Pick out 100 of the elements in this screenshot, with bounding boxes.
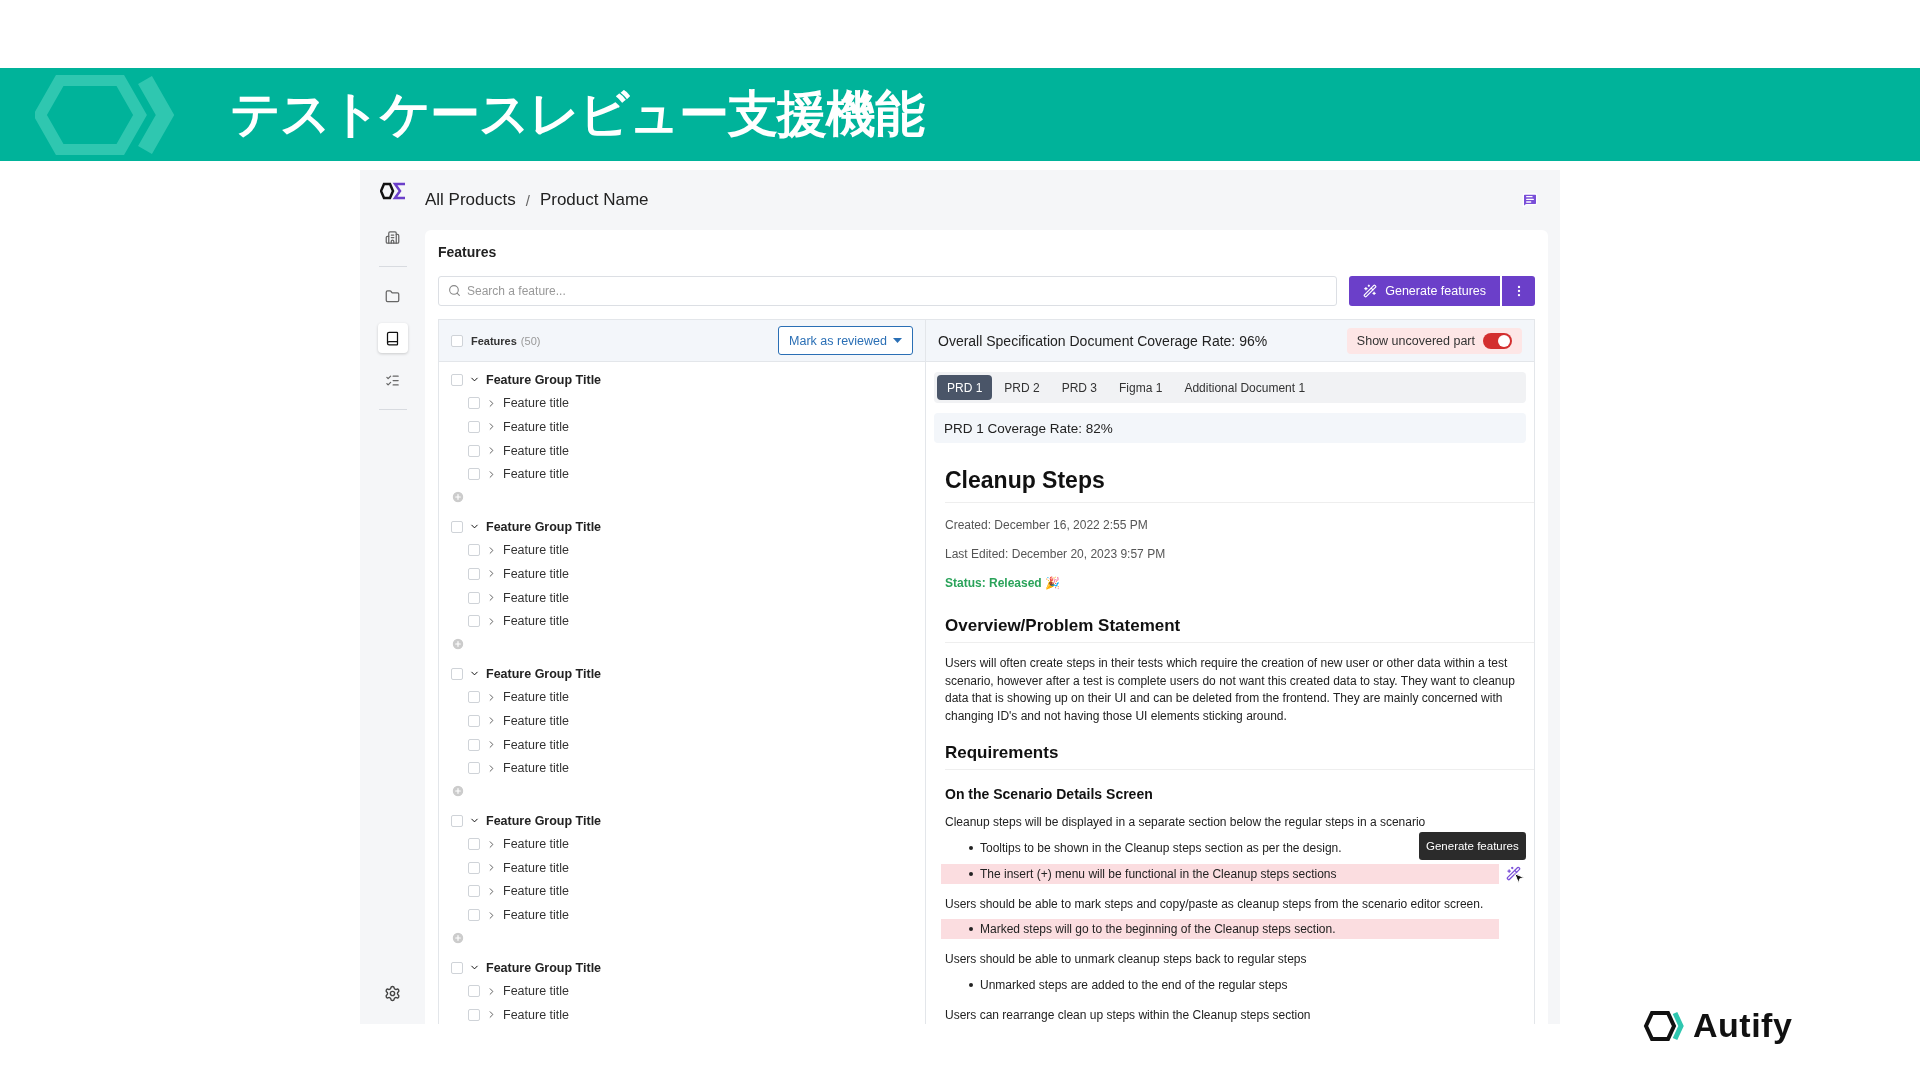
feature-title[interactable]: Feature title — [503, 837, 569, 852]
breadcrumb-separator: / — [525, 191, 530, 209]
feature-title[interactable]: Feature title — [503, 590, 569, 605]
cursor-icon — [1513, 871, 1525, 884]
feature-title[interactable]: Feature title — [503, 984, 569, 999]
document-tab[interactable]: PRD 2 — [994, 375, 1050, 400]
bullet-icon — [969, 927, 973, 931]
feature-checkbox[interactable] — [468, 567, 480, 580]
toggle-switch[interactable] — [1483, 332, 1512, 349]
feature-count: (50) — [520, 334, 541, 347]
bullet-text: Marked steps will go to the beginning of the Cleanup steps section. — [980, 922, 1336, 936]
sidebar-button[interactable] — [377, 323, 408, 353]
group-title[interactable]: Feature Group Title — [486, 519, 602, 534]
feature-checkbox[interactable] — [468, 714, 480, 727]
folder-icon — [385, 288, 400, 304]
group-checkbox[interactable] — [451, 667, 463, 680]
add-icon[interactable] — [451, 489, 465, 504]
magic-wand-icon[interactable] — [1506, 865, 1521, 881]
feature-checkbox[interactable] — [468, 468, 480, 481]
feature-checkbox[interactable] — [468, 544, 480, 557]
feature-title[interactable]: Feature title — [503, 614, 569, 629]
group-title[interactable]: Feature Group Title — [486, 372, 602, 387]
generate-features-button[interactable]: Generate features — [1349, 276, 1500, 306]
document-tab[interactable]: PRD 1 — [937, 375, 993, 400]
feature-title[interactable]: Feature title — [503, 543, 569, 558]
document-coverage: PRD 1 Coverage Rate: 82% — [934, 413, 1526, 443]
feature-title[interactable]: Feature title — [503, 443, 569, 458]
search-field[interactable]: Search a feature... — [438, 276, 1338, 306]
feature-title[interactable]: Feature title — [503, 690, 569, 705]
document-tab[interactable]: Additional Document 1 — [1174, 375, 1316, 400]
feature-checkbox[interactable] — [468, 615, 480, 628]
breadcrumb-current: Product Name — [539, 190, 649, 210]
search-icon — [448, 284, 461, 297]
feature-checkbox[interactable] — [468, 885, 480, 898]
document-tab[interactable]: PRD 3 — [1051, 375, 1108, 400]
select-all-checkbox[interactable] — [451, 334, 463, 347]
tooltip: Generate features — [1419, 831, 1526, 860]
group-checkbox[interactable] — [451, 520, 463, 533]
group-title[interactable]: Feature Group Title — [486, 666, 602, 681]
group-title[interactable]: Feature Group Title — [486, 813, 602, 828]
paragraph: Cleanup steps will be displayed in a separate section below the regular steps in a scenario — [945, 814, 1427, 831]
group-checkbox[interactable] — [451, 373, 463, 386]
magic-wand-icon — [1363, 284, 1378, 298]
feature-checkbox[interactable] — [468, 738, 480, 751]
settings-icon[interactable] — [384, 985, 401, 1002]
add-icon[interactable] — [451, 930, 465, 945]
feature-checkbox[interactable] — [468, 444, 480, 457]
chevron-right-icon[interactable] — [486, 1009, 497, 1021]
book-icon — [385, 330, 400, 346]
paragraph: Users should be able to mark steps and copy/paste as cleanup steps from the scenario editor screen. — [945, 895, 1485, 913]
feature-checkbox[interactable] — [468, 1008, 480, 1021]
brand-name: Autify — [1693, 1006, 1793, 1045]
document-tab[interactable]: Figma 1 — [1109, 375, 1173, 400]
bullet-icon — [969, 871, 973, 876]
feature-checkbox[interactable] — [468, 985, 480, 998]
section-heading: Overview/Problem Statement — [945, 616, 1534, 643]
feature-checkbox[interactable] — [468, 909, 480, 922]
banner-title: テストケースレビュー支援機能 — [230, 84, 924, 145]
group-checkbox[interactable] — [451, 961, 463, 974]
building-icon — [385, 229, 400, 245]
caret-icon — [893, 338, 902, 343]
group-checkbox[interactable] — [451, 814, 463, 827]
document-status: Status: Released 🎉 — [945, 575, 1062, 592]
bullet-text: Tooltips to be shown in the Cleanup steps section as per the design. — [980, 840, 1342, 855]
feature-title[interactable]: Feature title — [503, 1007, 569, 1022]
feature-title[interactable]: Feature title — [503, 761, 569, 776]
bullet-text: The insert (+) menu will be functional in the Cleanup steps sections — [980, 866, 1337, 881]
document-title: Cleanup Steps — [945, 467, 1534, 503]
add-icon[interactable] — [451, 636, 465, 651]
feature-title[interactable]: Feature title — [503, 467, 569, 482]
brand-logo-icon — [1643, 1009, 1687, 1042]
feature-title[interactable]: Feature title — [503, 884, 569, 899]
feature-checkbox[interactable] — [468, 421, 480, 433]
bullet-icon — [969, 982, 973, 987]
feature-checkbox[interactable] — [468, 397, 480, 410]
overall-coverage: Overall Specification Document Coverage Rate: 96% — [938, 332, 1268, 349]
toggle-label: Show uncovered part — [1356, 333, 1475, 348]
feature-checkbox[interactable] — [468, 591, 480, 604]
feature-checkbox[interactable] — [468, 861, 480, 874]
feature-checkbox[interactable] — [468, 691, 480, 704]
feature-title[interactable]: Feature title — [503, 713, 569, 728]
group-title[interactable]: Feature Group Title — [486, 960, 602, 975]
chat-icon[interactable] — [1522, 192, 1538, 208]
app-logo-icon — [379, 182, 406, 200]
feature-checkbox[interactable] — [468, 838, 480, 851]
mark-as-reviewed-button[interactable]: Mark as reviewed — [778, 326, 913, 355]
feature-checkbox[interactable] — [468, 762, 480, 775]
card-title: Features — [438, 244, 498, 260]
bullet-text: Unmarked steps are added to the end of the regular steps — [980, 977, 1288, 992]
section-heading: Requirements — [945, 743, 1534, 770]
feature-title[interactable]: Feature title — [503, 737, 569, 752]
feature-title[interactable]: Feature title — [503, 420, 569, 434]
feature-title[interactable]: Feature title — [503, 860, 569, 875]
subsection-heading: On the Scenario Details Screen — [945, 786, 1154, 802]
add-icon[interactable] — [451, 783, 465, 798]
breadcrumb-link[interactable]: All Products — [425, 190, 516, 210]
feature-title[interactable]: Feature title — [503, 396, 569, 411]
list-icon — [385, 372, 400, 388]
feature-title[interactable]: Feature title — [503, 908, 569, 923]
feature-title[interactable]: Feature title — [503, 566, 569, 581]
